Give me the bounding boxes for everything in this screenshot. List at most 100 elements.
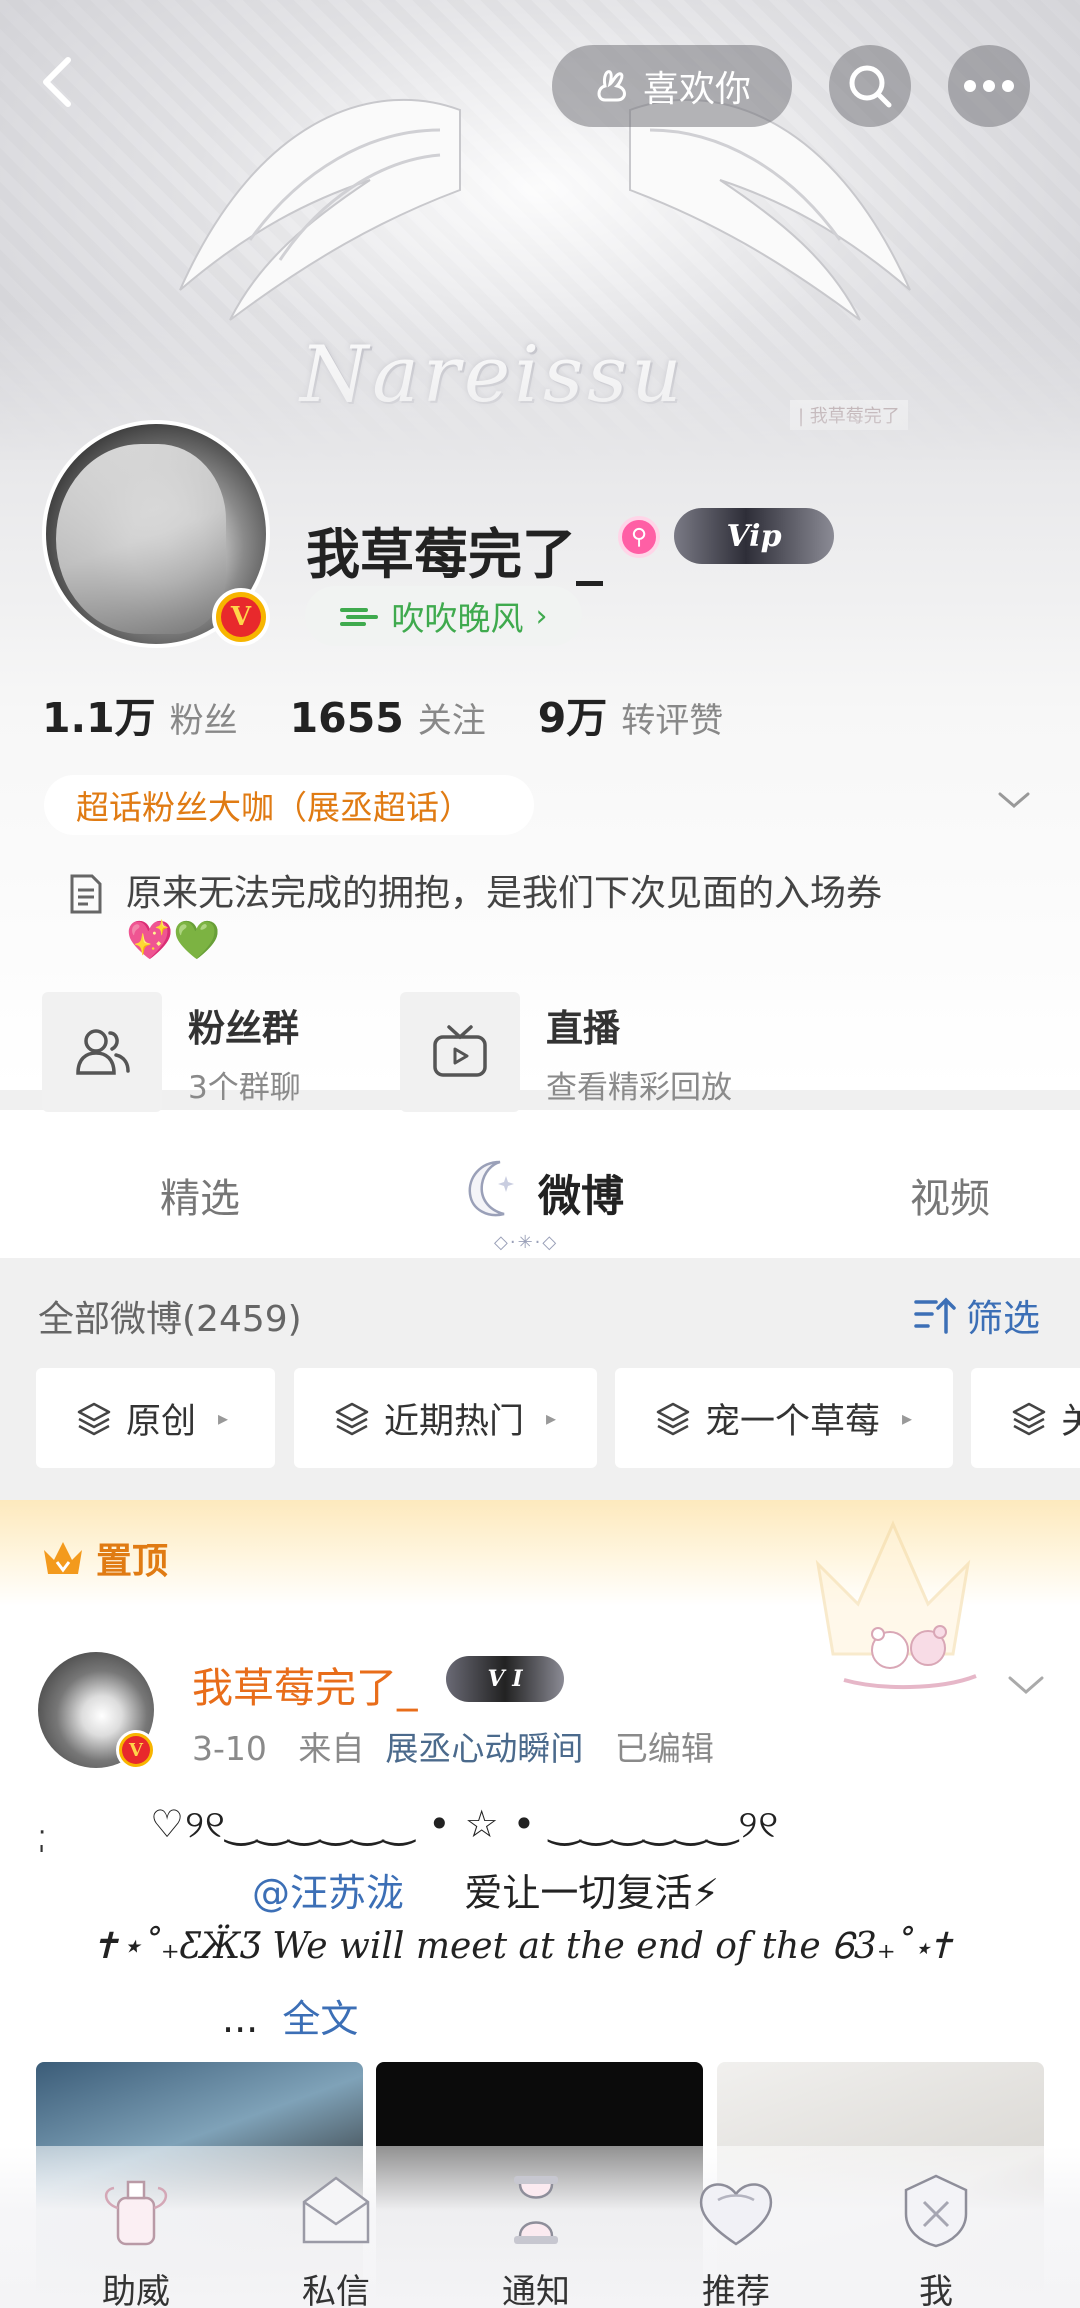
document-icon (66, 872, 106, 920)
post-edited: 已编辑 (614, 1729, 714, 1768)
chip-original[interactable]: 原创 ▸ (36, 1368, 275, 1468)
mention-link[interactable]: @汪苏泷 (252, 1871, 404, 1915)
filter-label: 筛选 (966, 1297, 1040, 1340)
chevron-left-icon (43, 57, 71, 107)
verified-badge: V (116, 1730, 156, 1770)
profile-tabs: 精选 微博 ◇·✳·◇ 视频 (0, 1110, 1080, 1258)
feature-title: 直播 (546, 1006, 620, 1050)
tab-weibo[interactable]: 微博 (538, 1162, 624, 1224)
nav-messages[interactable]: 私信 (256, 2168, 416, 2308)
filter-button[interactable]: 筛选 (914, 1288, 1040, 1342)
moon-icon (468, 1160, 514, 1217)
feature-subtitle: 3个群聊 (188, 1069, 301, 1106)
pink-key-icon[interactable]: ⚲ (618, 516, 660, 558)
chip-recent-hot[interactable]: 近期热门 ▸ (294, 1368, 597, 1468)
feature-title: 粉丝群 (188, 1006, 299, 1050)
filter-icon (914, 1297, 956, 1334)
active-tab-indicator: ◇·✳·◇ (494, 1232, 559, 1253)
layers-icon (1012, 1402, 1046, 1436)
nav-recommend[interactable]: 推荐 (656, 2168, 816, 2308)
layers-icon (335, 1402, 369, 1436)
nav-label: 推荐 (702, 2272, 770, 2308)
bio-emoji: 💖💚 (126, 918, 221, 962)
chevron-right-icon: › (535, 598, 548, 634)
chip-more[interactable]: 关 (971, 1368, 1080, 1468)
more-dots-icon (964, 80, 1014, 92)
banner-logo-text: Nareissu (300, 330, 686, 420)
live-card[interactable]: 直播 查看精彩回放 (400, 990, 732, 1114)
super-topic-badge[interactable]: 超话粉丝大咖（展丞超话） (44, 775, 534, 835)
tab-video[interactable]: 视频 (910, 1166, 990, 1224)
feature-icon-box (400, 992, 520, 1112)
perfume-icon (105, 2180, 167, 2246)
likes-stat[interactable]: 9万 转评赞 (538, 684, 724, 744)
full-text-link[interactable]: 全文 (282, 1997, 358, 2041)
layers-icon (77, 1402, 111, 1436)
vip-badge[interactable]: Vip (674, 508, 834, 564)
bio-text: 原来无法完成的拥抱，是我们下次见面的入场券 (126, 873, 883, 914)
crest-icon (904, 2174, 968, 2248)
tab-featured[interactable]: 精选 (160, 1166, 240, 1224)
fan-group-card[interactable]: 粉丝群 3个群聊 (42, 990, 301, 1114)
stat-label: 关注 (417, 701, 486, 741)
post-text-line: ... 全文 (222, 1988, 358, 2043)
nav-label: 私信 (302, 2272, 370, 2308)
users-icon (76, 1029, 130, 1075)
verified-v-icon: V (122, 1736, 150, 1764)
post-text-line: ♡୨୧‿‿‿‿‿‿ • ☆ • ‿‿‿‿‿‿୨୧ (150, 1802, 780, 1846)
nav-me[interactable]: 我 (856, 2168, 1016, 2308)
chip-custom[interactable]: 宠一个草莓 ▸ (615, 1368, 953, 1468)
post-menu-button[interactable] (1006, 1672, 1046, 1702)
hourglass-icon (514, 2176, 558, 2244)
nav-label: 我 (919, 2272, 953, 2308)
followers-stat[interactable]: 1.1万 粉丝 (42, 684, 238, 744)
heart-icon (699, 2183, 773, 2246)
bottom-navigation: 助威 私信 通知 推荐 我 (0, 2146, 1080, 2308)
like-you-label: 喜欢你 (642, 69, 751, 110)
search-button[interactable] (829, 45, 911, 127)
profile-stats: 1.1万 粉丝 1655 关注 9万 转评赞 (42, 684, 775, 744)
tv-icon (433, 1025, 487, 1077)
chip-label: 宠一个草莓 (705, 1401, 881, 1442)
post-text-line: @汪苏泷 爱让一切复活⚡ (252, 1862, 719, 1917)
search-icon (849, 65, 892, 108)
chevron-down-icon (998, 792, 1030, 808)
stat-number: 1655 (289, 694, 404, 742)
pinned-bar: 置顶 (0, 1500, 1080, 1656)
status-pill[interactable]: 吹吹晚风 › (305, 586, 582, 646)
nav-label: 通知 (502, 2272, 570, 2308)
post-from-prefix: 来自 (298, 1729, 365, 1768)
stat-label: 粉丝 (169, 701, 238, 741)
caret-right-icon: ▸ (218, 1406, 229, 1430)
chevron-down-icon (1008, 1676, 1044, 1694)
like-you-button[interactable]: 喜欢你 (552, 45, 792, 127)
banner-tag: | 我草莓完了 (790, 400, 908, 430)
chip-label: 近期热门 (384, 1401, 525, 1442)
stat-number: 9万 (537, 694, 608, 742)
nav-label: 助威 (102, 2272, 170, 2308)
post-vip-badge: V I (446, 1656, 564, 1702)
layers-icon (656, 1402, 690, 1436)
post-meta: 3-10 来自 展丞心动瞬间 已编辑 (192, 1722, 714, 1770)
chip-label: 关 (1061, 1401, 1080, 1442)
back-button[interactable] (30, 52, 90, 112)
post-text-span: 爱让一切复活⚡ (464, 1871, 720, 1915)
envelope-icon (302, 2176, 370, 2244)
profile-username: 我草莓完了_ (306, 523, 603, 586)
post-author-name[interactable]: 我草莓完了_ (192, 1654, 418, 1714)
nav-cheer[interactable]: 助威 (56, 2168, 216, 2308)
crown-icon (44, 1542, 82, 1574)
caret-right-icon: ▸ (546, 1406, 557, 1430)
status-label: 吹吹晚风 (391, 599, 524, 638)
post-filter-area: 全部微博(2459) 筛选 原创 ▸ 近期热门 ▸ 宠一个草莓 ▸ 关 (0, 1258, 1080, 1498)
more-button[interactable] (948, 45, 1030, 127)
post-date: 3-10 (192, 1729, 267, 1768)
verified-v-icon: V (221, 597, 261, 637)
post-source-link[interactable]: 展丞心动瞬间 (385, 1729, 583, 1768)
expand-profile-button[interactable] (996, 788, 1032, 816)
nav-notifications[interactable]: 通知 (456, 2168, 616, 2308)
text-decoration: · ' (38, 1818, 47, 1872)
feature-subtitle: 查看精彩回放 (546, 1069, 732, 1106)
pinned-label: 置顶 (40, 1532, 168, 1584)
following-stat[interactable]: 1655 关注 (290, 693, 486, 742)
